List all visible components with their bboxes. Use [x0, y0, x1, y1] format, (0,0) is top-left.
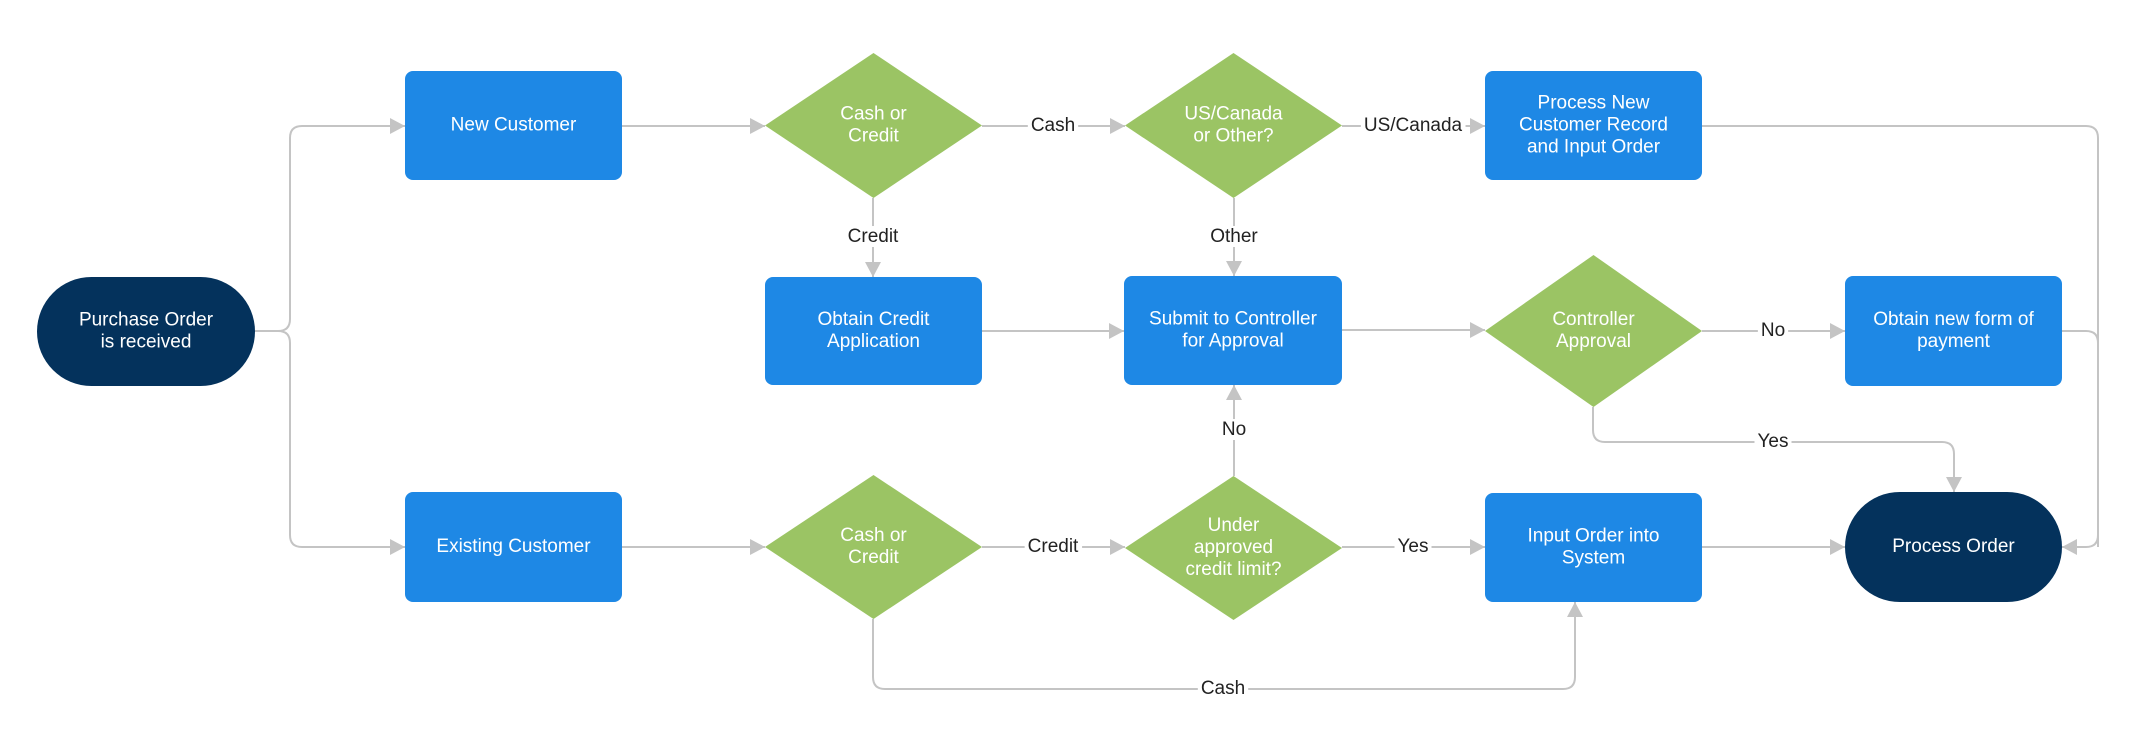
node-process-order[interactable]: Process Order [1845, 492, 2062, 602]
node-label-line: credit limit? [1185, 559, 1281, 580]
edge-label-no: No [1757, 320, 1789, 342]
node-cash-or-credit-existing[interactable]: Cash orCredit [765, 475, 982, 619]
connector-existing-customer-to-cash-or-credit-existing[interactable] [622, 539, 765, 555]
arrowhead-icon [1470, 539, 1485, 555]
arrowhead-icon [1470, 322, 1485, 338]
edge-label-text: No [1222, 419, 1246, 440]
connector-obtain-credit-application-to-submit-to-controller[interactable] [982, 323, 1124, 339]
node-label-line: Obtain new form of [1873, 309, 2034, 330]
arrowhead-icon [1830, 323, 1845, 339]
connector-new-customer-to-cash-or-credit-new[interactable] [622, 118, 765, 134]
edge-label-cash: Cash [1197, 678, 1249, 700]
edge-label-no: No [1218, 419, 1250, 441]
node-label-line: or Other? [1193, 126, 1273, 147]
connector-line [872, 602, 1576, 690]
node-label-line: Cash or [840, 525, 907, 546]
arrowhead-icon [1830, 539, 1845, 555]
node-submit-to-controller[interactable]: Submit to Controllerfor Approval [1124, 276, 1342, 385]
node-label-line: New Customer [451, 115, 577, 136]
connector-start-to-existing-customer[interactable] [255, 330, 405, 555]
edge-label-text: Yes [1398, 536, 1429, 557]
node-label-line: System [1562, 548, 1625, 569]
edge-label-cash: Cash [1027, 115, 1079, 137]
node-label-line: Input Order into [1527, 526, 1659, 547]
arrowhead-icon [750, 118, 765, 134]
edge-label-credit: Credit [844, 226, 903, 248]
arrowhead-icon [750, 539, 765, 555]
edge-label-text: No [1761, 320, 1785, 341]
arrowhead-icon [1567, 602, 1583, 617]
node-label-line: Application [827, 331, 920, 352]
edge-labels-layer: Cash Credit US/Canada Other No Yes Credit Cash N… [844, 115, 1792, 700]
edge-label-yes: Yes [1754, 431, 1792, 453]
edge-label-yes: Yes [1394, 536, 1432, 558]
edge-label-text: Cash [1201, 678, 1245, 699]
connector-line [255, 330, 405, 548]
node-label-line: Approval [1556, 331, 1631, 352]
node-under-credit-limit[interactable]: Underapprovedcredit limit? [1125, 476, 1342, 620]
edge-label-us-canada: US/Canada [1360, 115, 1466, 137]
arrowhead-icon [1946, 477, 1962, 492]
node-controller-approval[interactable]: ControllerApproval [1485, 255, 1702, 407]
node-process-new-customer[interactable]: Process NewCustomer Recordand Input Orde… [1485, 71, 1702, 180]
edge-label-text: Cash [1031, 115, 1075, 136]
node-label-line: payment [1917, 331, 1991, 352]
node-label-line: and Input Order [1527, 137, 1661, 158]
node-label-line: Process Order [1892, 536, 2015, 557]
arrowhead-icon [390, 118, 405, 134]
connector-submit-to-controller-to-controller-approval[interactable] [1342, 322, 1485, 338]
node-new-customer[interactable]: New Customer [405, 71, 622, 180]
flowchart-canvas: Purchase Orderis received New Customer Exi… [37, 53, 2099, 700]
node-label-line: Credit [848, 126, 899, 147]
arrowhead-icon [1226, 385, 1242, 400]
node-existing-customer[interactable]: Existing Customer [405, 492, 622, 602]
node-label-line: Purchase Order [79, 310, 214, 331]
node-start[interactable]: Purchase Orderis received [37, 277, 255, 386]
node-label-line: Process New [1538, 93, 1650, 114]
node-cash-or-credit-new[interactable]: Cash orCredit [765, 53, 982, 198]
node-label-line: Under [1208, 515, 1260, 536]
node-label-line: Cash or [840, 104, 907, 125]
connector-input-order-to-process-order[interactable] [1702, 539, 1845, 555]
edge-label-text: Other [1210, 226, 1258, 247]
connector-start-to-new-customer[interactable] [255, 118, 405, 332]
arrowhead-icon [1109, 323, 1124, 339]
node-label-line: Submit to Controller [1149, 309, 1318, 330]
edge-label-other: Other [1207, 226, 1262, 248]
arrowhead-icon [390, 539, 405, 555]
arrowhead-icon [1226, 261, 1242, 276]
edge-label-text: Credit [848, 226, 899, 247]
connector-line [2062, 330, 2099, 547]
connector-line [255, 125, 405, 332]
node-label-line: for Approval [1182, 331, 1283, 352]
node-label-line: is received [101, 332, 192, 353]
connector-obtain-new-payment-to-process-order[interactable] [2062, 330, 2099, 547]
node-label-line: Obtain Credit [818, 309, 931, 330]
arrowhead-icon [1110, 118, 1125, 134]
node-label-line: Controller [1552, 309, 1635, 330]
connectors-layer [255, 118, 2099, 690]
node-obtain-credit-application[interactable]: Obtain CreditApplication [765, 277, 982, 385]
arrowhead-icon [865, 262, 881, 277]
arrowhead-icon [1110, 539, 1125, 555]
node-label-line: Customer Record [1519, 115, 1668, 136]
edge-label-text: US/Canada [1364, 115, 1463, 136]
arrowhead-icon [2062, 539, 2077, 555]
arrowhead-icon [1470, 118, 1485, 134]
edge-label-text: Credit [1028, 536, 1079, 557]
edge-label-credit: Credit [1024, 536, 1083, 558]
node-us-canada-or-other[interactable]: US/Canadaor Other? [1125, 53, 1342, 198]
node-input-order[interactable]: Input Order intoSystem [1485, 493, 1702, 602]
node-label-line: Credit [848, 547, 899, 568]
node-label-line: approved [1194, 537, 1273, 558]
node-label-line: US/Canada [1184, 104, 1283, 125]
edge-label-text: Yes [1758, 431, 1789, 452]
node-obtain-new-payment[interactable]: Obtain new form ofpayment [1845, 276, 2062, 386]
node-label-line: Existing Customer [436, 536, 591, 557]
